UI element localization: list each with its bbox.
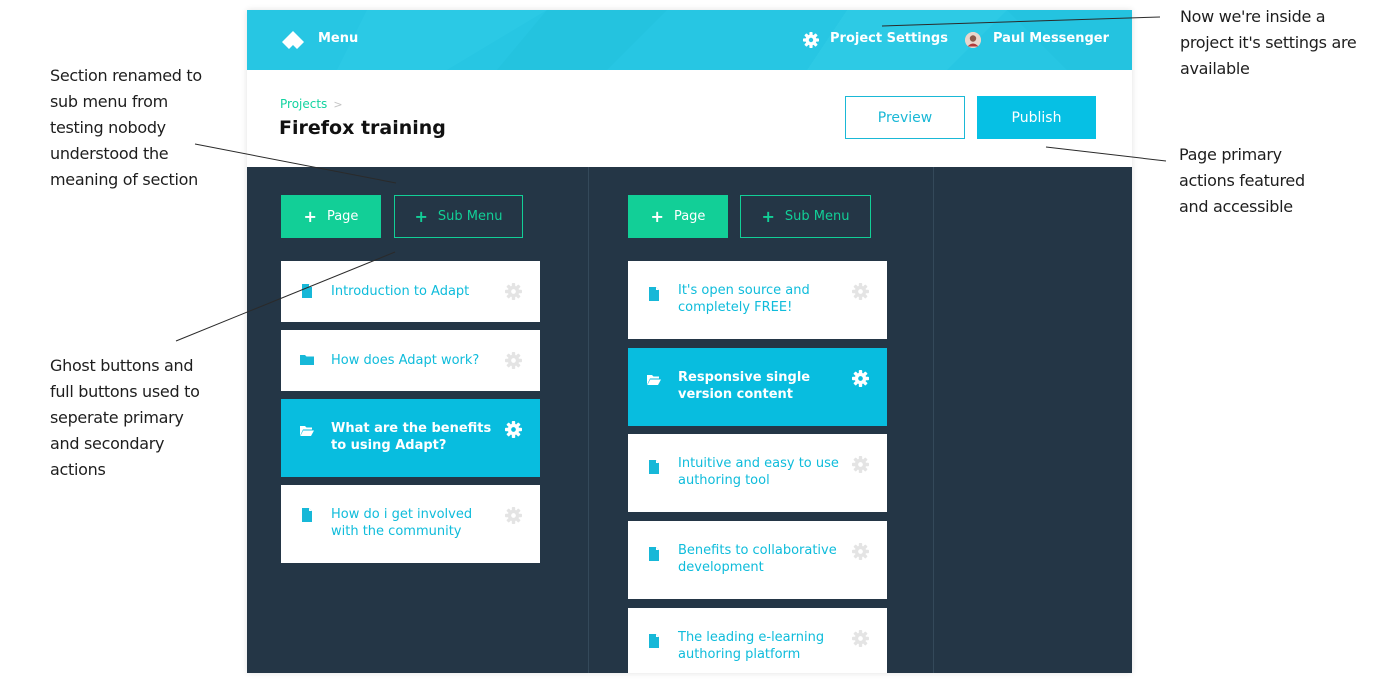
annotation-primary-actions: Page primary actions featured and access… <box>1179 145 1305 216</box>
page-header: Projects > Firefox training Preview Publi… <box>247 70 1132 167</box>
file-icon <box>302 508 312 522</box>
app-window: Menu Project Settings Paul Messenger Pro… <box>247 10 1132 673</box>
avatar[interactable] <box>965 32 981 48</box>
add-page-label: Page <box>326 209 359 224</box>
file-icon <box>649 287 659 301</box>
preview-button[interactable]: Preview <box>845 96 965 139</box>
gear-icon[interactable] <box>852 543 869 560</box>
gear-icon[interactable] <box>505 352 522 369</box>
page-title: Firefox training <box>279 117 446 139</box>
menu-item-card[interactable]: It's open source and completely FREE! <box>628 261 887 339</box>
add-submenu-button[interactable]: + Sub Menu <box>740 195 871 238</box>
menu-item-card[interactable]: How do i get involved with the community <box>281 485 540 563</box>
menu-item-title: The leading e-learning authoring platfor… <box>678 630 825 662</box>
menu-item-card[interactable]: How does Adapt work? <box>281 330 540 391</box>
annotation-section-rename: Section renamed to sub menu from testing… <box>50 66 202 189</box>
menu-item-title: How do i get involved with the community <box>331 507 473 539</box>
menu-item-title: What are the benefits to using Adapt? <box>331 421 492 453</box>
menu-item-card[interactable]: The leading e-learning authoring platfor… <box>628 608 887 673</box>
menu-item-card-selected[interactable]: What are the benefits to using Adapt? <box>281 399 540 477</box>
menu-link[interactable]: Menu <box>318 31 358 46</box>
publish-button[interactable]: Publish <box>977 96 1096 139</box>
breadcrumb: Projects > <box>280 97 343 111</box>
column-divider <box>588 167 589 673</box>
folder-icon <box>300 355 314 365</box>
file-icon <box>649 547 659 561</box>
project-settings-link[interactable]: Project Settings <box>830 31 948 46</box>
gear-icon[interactable] <box>852 370 869 387</box>
annotation-project-settings: Now we're inside a project it's settings… <box>1180 7 1357 78</box>
add-page-label: Page <box>673 209 706 224</box>
folder-open-icon <box>300 426 314 436</box>
file-icon <box>302 284 312 298</box>
menu-item-title: Intuitive and easy to use authoring tool <box>678 456 839 488</box>
adapt-logo-icon[interactable] <box>282 31 304 49</box>
plus-icon: + <box>303 206 317 226</box>
menu-item-title: How does Adapt work? <box>331 353 480 368</box>
user-avatar-icon <box>965 32 981 48</box>
file-icon <box>649 460 659 474</box>
user-name-link[interactable]: Paul Messenger <box>993 31 1109 46</box>
plus-icon: + <box>650 206 664 226</box>
add-page-button[interactable]: + Page <box>281 195 381 238</box>
gear-icon[interactable] <box>852 456 869 473</box>
add-submenu-button[interactable]: + Sub Menu <box>394 195 523 238</box>
gear-icon[interactable] <box>505 421 522 438</box>
menu-item-title: Responsive single version content <box>678 370 811 402</box>
gear-icon[interactable] <box>505 283 522 300</box>
menu-item-card-selected[interactable]: Responsive single version content <box>628 348 887 426</box>
menu-item-card[interactable]: Intuitive and easy to use authoring tool <box>628 434 887 512</box>
menu-item-card[interactable]: Introduction to Adapt <box>281 261 540 322</box>
add-submenu-label: Sub Menu <box>437 209 503 224</box>
menu-item-title: Introduction to Adapt <box>331 284 470 299</box>
top-navbar: Menu Project Settings Paul Messenger <box>247 10 1132 70</box>
plus-icon: + <box>414 206 428 226</box>
annotation-ghost-buttons: Ghost buttons and full buttons used to s… <box>50 356 200 479</box>
breadcrumb-projects-link[interactable]: Projects <box>280 97 327 111</box>
plus-icon: + <box>761 206 775 226</box>
menu-item-title: It's open source and completely FREE! <box>678 283 810 315</box>
breadcrumb-separator: > <box>333 98 343 111</box>
gear-icon[interactable] <box>852 283 869 300</box>
column-divider <box>933 167 934 673</box>
menu-editor-workspace: + Page + Sub Menu Introduction to Adapt <box>247 167 1132 673</box>
menu-item-title: Benefits to collaborative development <box>678 543 837 575</box>
add-page-button[interactable]: + Page <box>628 195 728 238</box>
gear-icon[interactable] <box>803 32 819 48</box>
gear-icon[interactable] <box>505 507 522 524</box>
add-submenu-label: Sub Menu <box>784 209 850 224</box>
file-icon <box>649 634 659 648</box>
folder-open-icon <box>647 375 661 385</box>
menu-item-card[interactable]: Benefits to collaborative development <box>628 521 887 599</box>
gear-icon[interactable] <box>852 630 869 647</box>
